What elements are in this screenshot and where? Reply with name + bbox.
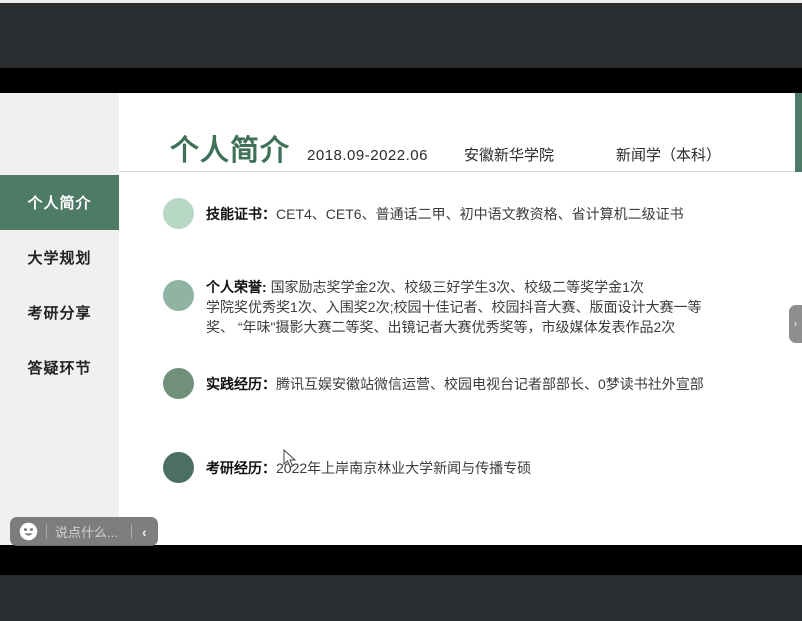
- bullet-label: 技能证书：: [206, 206, 276, 222]
- bullet-text: 2022年上岸南京林业大学新闻与传播专硕: [276, 460, 531, 476]
- presentation-slide: 个人简介 大学规划 考研分享 答疑环节 个人简介 2018.09-2022.06…: [0, 93, 802, 545]
- emoji-icon[interactable]: [19, 522, 38, 541]
- video-top-bar: [0, 3, 802, 68]
- sidebar-item-qa[interactable]: 答疑环节: [0, 340, 119, 395]
- chat-divider: [46, 524, 47, 539]
- slide-header: 个人简介 2018.09-2022.06 安徽新华学院 新闻学（本科）: [119, 93, 802, 172]
- chevron-right-icon: ›: [794, 318, 798, 330]
- major-name: 新闻学（本科）: [616, 144, 721, 165]
- bullet-text-line2: 学院奖优秀奖1次、入围奖2次;校园十佳记者、校园抖音大赛、版面设计大赛一等: [206, 297, 784, 317]
- study-period: 2018.09-2022.06: [307, 147, 428, 164]
- bullet-skills: 技能证书：CET4、CET6、普通话二甲、初中语文教资格、省计算机二级证书: [163, 198, 784, 229]
- bullet-dot: [163, 452, 194, 483]
- header-accent-bar: [795, 93, 802, 172]
- slide-sidebar: 个人简介 大学规划 考研分享 答疑环节: [0, 93, 119, 545]
- bullet-dot: [163, 198, 194, 229]
- bullet-label: 考研经历：: [206, 460, 276, 476]
- sidebar-menu: 个人简介 大学规划 考研分享 答疑环节: [0, 175, 119, 395]
- bullet-dot: [163, 280, 194, 311]
- bullet-text: 腾讯互娱安徽站微信运营、校园电视台记者部部长、0梦读书社外宣部: [276, 376, 704, 392]
- school-name: 安徽新华学院: [464, 144, 554, 165]
- bullet-label: 个人荣誉:: [206, 279, 267, 295]
- page-title: 个人简介: [170, 127, 290, 169]
- chat-divider: [131, 524, 132, 539]
- chat-collapse-chevron-icon[interactable]: ‹: [140, 524, 149, 540]
- video-bottom-bar: [0, 575, 802, 621]
- sidebar-item-college-plan[interactable]: 大学规划: [0, 230, 119, 285]
- bullet-text-line3: 奖、 “年味"摄影大赛二等奖、出镜记者大赛优秀奖等，市级媒体发表作品2次: [206, 317, 784, 337]
- chat-input-bar[interactable]: 说点什么... ‹: [10, 517, 158, 546]
- bullet-label: 实践经历：: [206, 376, 276, 392]
- sidebar-item-kaoyan-share[interactable]: 考研分享: [0, 285, 119, 340]
- chat-message-input[interactable]: 说点什么...: [55, 522, 123, 541]
- bullet-honors: 个人荣誉: 国家励志奖学金2次、校级三好学生3次、校级二等奖学金1次 学院奖优秀…: [163, 280, 784, 337]
- bullet-kaoyan: 考研经历：2022年上岸南京林业大学新闻与传播专硕: [163, 452, 784, 483]
- bullet-practice: 实践经历：腾讯互娱安徽站微信运营、校园电视台记者部部长、0梦读书社外宣部: [163, 368, 784, 399]
- sidebar-item-personal-intro[interactable]: 个人简介: [0, 175, 119, 230]
- bullet-text-line1: 国家励志奖学金2次、校级三好学生3次、校级二等奖学金1次: [271, 279, 644, 295]
- bullet-dot: [163, 368, 194, 399]
- side-panel-handle[interactable]: ›: [789, 305, 802, 343]
- bullet-text: CET4、CET6、普通话二甲、初中语文教资格、省计算机二级证书: [276, 206, 684, 222]
